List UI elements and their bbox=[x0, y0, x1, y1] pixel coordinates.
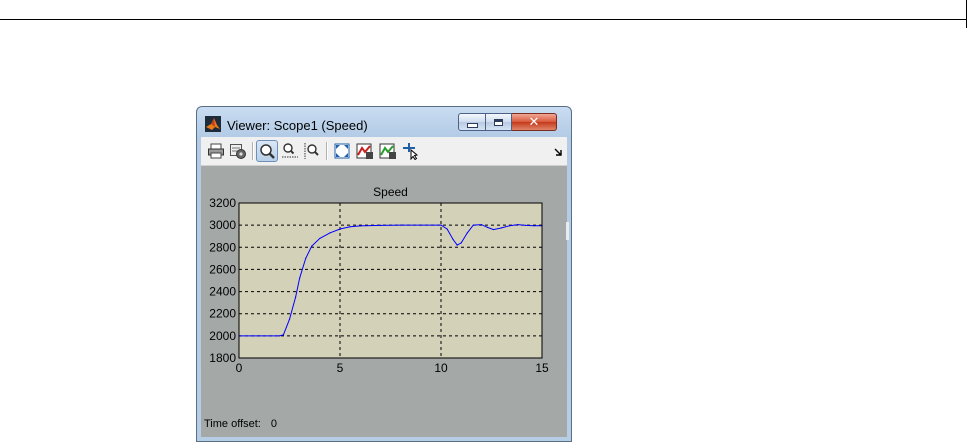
maximize-button[interactable] bbox=[486, 113, 512, 131]
series-point bbox=[420, 224, 422, 226]
y-tick-label: 2000 bbox=[209, 329, 236, 343]
parameters-icon bbox=[230, 144, 246, 159]
close-icon: ✕ bbox=[528, 114, 540, 130]
x-tick-label: 5 bbox=[337, 361, 344, 375]
zoom-y-button[interactable] bbox=[301, 140, 323, 162]
time-offset-value: 0 bbox=[270, 418, 277, 430]
series-point bbox=[452, 238, 454, 241]
series-point bbox=[509, 225, 511, 227]
series-point bbox=[329, 232, 331, 234]
zoom-x-icon bbox=[282, 143, 298, 158]
toolbar bbox=[201, 137, 567, 166]
save-axes-button[interactable] bbox=[354, 140, 376, 162]
series-point bbox=[278, 335, 280, 337]
zoom-icon bbox=[260, 144, 275, 159]
series-point bbox=[480, 223, 482, 226]
chart-title: Speed bbox=[373, 185, 408, 199]
signal-selection-button[interactable] bbox=[400, 140, 422, 162]
y-tick-label: 3200 bbox=[209, 196, 236, 210]
x-tick-label: 0 bbox=[236, 361, 243, 375]
minimize-button[interactable] bbox=[458, 113, 486, 131]
window-title: Viewer: Scope1 (Speed) bbox=[227, 118, 368, 133]
autoscale-icon bbox=[334, 143, 350, 159]
toolbar-separator bbox=[326, 142, 328, 160]
x-tick-label: 10 bbox=[434, 361, 448, 375]
save-axes-icon bbox=[356, 143, 373, 159]
series-point bbox=[446, 228, 448, 230]
series-point bbox=[466, 232, 468, 234]
series-point bbox=[472, 224, 474, 226]
y-tick-label: 2600 bbox=[209, 262, 236, 276]
plot-area bbox=[239, 203, 542, 358]
series-point bbox=[525, 224, 527, 226]
y-tick-label: 2400 bbox=[209, 285, 236, 299]
series-point bbox=[339, 228, 341, 230]
close-button[interactable]: ✕ bbox=[512, 113, 557, 131]
page-rule-tick bbox=[966, 0, 967, 28]
print-icon bbox=[208, 143, 224, 159]
zoom-button[interactable] bbox=[256, 140, 278, 162]
restore-axes-icon bbox=[379, 143, 396, 159]
series-point bbox=[501, 227, 503, 229]
print-button[interactable] bbox=[205, 140, 227, 162]
autoscale-button[interactable] bbox=[331, 140, 353, 162]
series-point bbox=[294, 296, 297, 298]
series-point bbox=[349, 226, 351, 228]
toolbar-overflow-icon[interactable] bbox=[553, 145, 565, 157]
series-point bbox=[282, 334, 285, 336]
speed-chart[interactable]: 0 5 10 15 1800 2000 2200 2400 2600 2800 3000 3200 S… bbox=[201, 166, 567, 416]
title-bar[interactable]: Viewer: Scope1 (Speed) ✕ bbox=[197, 107, 571, 137]
time-offset-label: Time offset: bbox=[204, 418, 261, 430]
series-point bbox=[305, 257, 307, 259]
toolbar-separator bbox=[252, 142, 254, 160]
series-point bbox=[288, 318, 291, 320]
series-point bbox=[299, 277, 301, 279]
time-offset-readout: Time offset: 0 bbox=[204, 418, 287, 430]
parameters-button[interactable] bbox=[227, 140, 249, 162]
series-point bbox=[258, 335, 260, 337]
series-point bbox=[492, 228, 495, 231]
series-point bbox=[319, 237, 321, 240]
signal-selection-icon bbox=[403, 143, 419, 160]
minimize-icon bbox=[466, 122, 478, 128]
scope-viewer-window: Viewer: Scope1 (Speed) ✕ 0 5 10 15 1800 … bbox=[196, 106, 572, 442]
scope-display: 0 5 10 15 1800 2000 2200 2400 2600 2800 3000 3200 S… bbox=[201, 166, 567, 437]
series-point bbox=[486, 226, 489, 228]
page-top-rule bbox=[0, 0, 967, 20]
series-point bbox=[400, 224, 402, 226]
resize-tab[interactable] bbox=[566, 222, 569, 240]
series-point bbox=[456, 244, 458, 246]
y-tick-label: 2800 bbox=[209, 240, 236, 254]
y-tick-label: 3000 bbox=[209, 218, 236, 232]
series-point bbox=[440, 224, 442, 226]
zoom-x-button[interactable] bbox=[279, 140, 301, 162]
matlab-icon bbox=[205, 116, 221, 132]
maximize-icon bbox=[494, 118, 503, 126]
restore-axes-button[interactable] bbox=[377, 140, 399, 162]
y-tick-label: 1800 bbox=[209, 351, 236, 365]
series-point bbox=[311, 245, 313, 247]
series-point bbox=[460, 242, 462, 244]
series-point bbox=[533, 225, 535, 227]
series-point bbox=[379, 224, 381, 226]
zoom-y-icon bbox=[304, 143, 319, 159]
series-point bbox=[517, 223, 519, 226]
series-point bbox=[359, 225, 361, 227]
x-tick-label: 15 bbox=[535, 361, 549, 375]
y-tick-label: 2200 bbox=[209, 307, 236, 321]
